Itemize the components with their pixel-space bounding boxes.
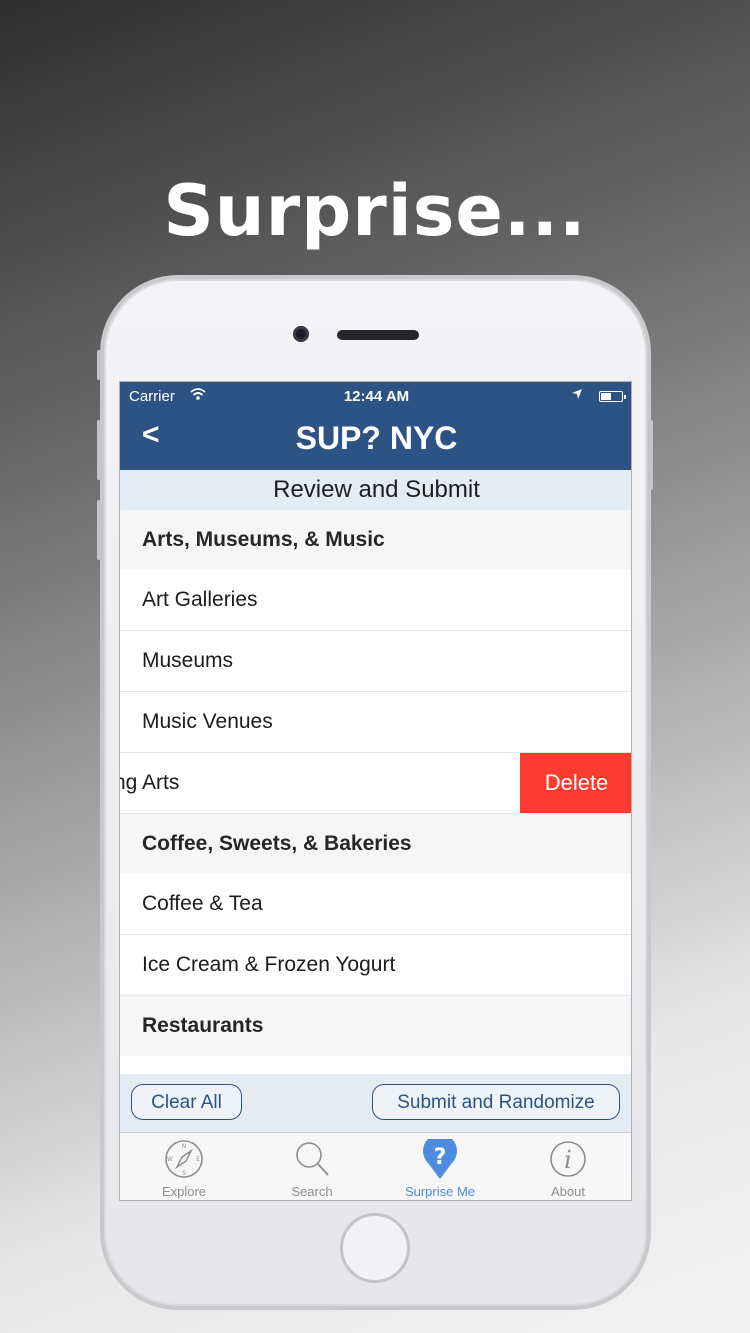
home-button[interactable]: [340, 1213, 410, 1283]
battery-icon: [599, 391, 626, 402]
svg-text:W: W: [167, 1156, 173, 1163]
delete-button[interactable]: Delete: [520, 753, 631, 813]
section-label: Coffee, Sweets, & Bakeries: [142, 832, 412, 855]
list-item-music-venues[interactable]: Music Venues: [120, 692, 631, 753]
headline: Surprise...: [163, 170, 587, 252]
tab-explore[interactable]: N S W E Explore: [120, 1133, 248, 1200]
volume-up-button: [97, 420, 102, 480]
svg-text:E: E: [196, 1156, 200, 1163]
svg-text:N: N: [182, 1143, 187, 1150]
mute-switch: [97, 350, 102, 380]
tab-surprise-me[interactable]: ? Surprise Me: [376, 1133, 504, 1200]
list-item-swiped[interactable]: ng Arts Delete: [119, 753, 631, 814]
svg-text:?: ?: [434, 1145, 447, 1170]
list-item-label: Art Galleries: [142, 588, 258, 611]
volume-down-button: [97, 500, 102, 560]
list-item-coffee-tea[interactable]: Coffee & Tea: [120, 874, 631, 935]
section-label: Restaurants: [142, 1014, 264, 1037]
list-item-art-galleries[interactable]: Art Galleries: [120, 570, 631, 631]
info-icon: i: [548, 1139, 588, 1179]
tab-about[interactable]: i About: [504, 1133, 631, 1200]
navigation-bar: Carrier 12:44 AM < SUP? NYC: [120, 382, 631, 470]
action-bar: Clear All Submit and Randomize: [120, 1074, 631, 1132]
search-icon: [292, 1139, 332, 1179]
question-pin-icon: ?: [420, 1133, 460, 1179]
tab-label: Surprise Me: [404, 1184, 476, 1199]
front-camera: [293, 326, 309, 342]
category-list: Arts, Museums, & Music Art Galleries Mus…: [119, 510, 631, 1056]
list-item-label: ng Arts: [119, 771, 180, 794]
tab-bar: N S W E Explore Search ? Surprise Me i A…: [120, 1132, 631, 1200]
svg-text:i: i: [564, 1146, 572, 1174]
list-item-museums[interactable]: Museums: [120, 631, 631, 692]
svg-text:S: S: [182, 1170, 186, 1177]
section-header-restaurants: Restaurants: [120, 996, 631, 1056]
list-item-label: Music Venues: [142, 710, 273, 733]
list-item-label: Coffee & Tea: [142, 892, 263, 915]
list-item-label: Museums: [142, 649, 234, 672]
compass-icon: N S W E: [164, 1139, 204, 1179]
list-item-label: Ice Cream & Frozen Yogurt: [142, 953, 396, 976]
submit-randomize-button[interactable]: Submit and Randomize: [372, 1084, 620, 1120]
nav-title: SUP? NYC: [295, 420, 458, 456]
review-submit-header: Review and Submit: [120, 470, 631, 510]
status-time: 12:44 AM: [343, 388, 410, 405]
app-screen: Carrier 12:44 AM < SUP? NYC Review and S…: [119, 381, 632, 1201]
tab-search[interactable]: Search: [248, 1133, 376, 1200]
tab-label: About: [551, 1184, 585, 1199]
tab-label: Explore: [161, 1184, 207, 1199]
location-arrow-icon: [571, 388, 583, 403]
clear-all-button[interactable]: Clear All: [131, 1084, 242, 1120]
section-header-coffee: Coffee, Sweets, & Bakeries: [120, 814, 631, 874]
status-bar: Carrier 12:44 AM: [120, 386, 631, 408]
tab-label: Search: [291, 1184, 333, 1199]
section-header-arts: Arts, Museums, & Music: [120, 510, 631, 570]
list-item-ice-cream[interactable]: Ice Cream & Frozen Yogurt: [120, 935, 631, 996]
earpiece-speaker: [337, 330, 419, 340]
section-label: Arts, Museums, & Music: [142, 528, 385, 551]
power-button: [648, 420, 653, 490]
